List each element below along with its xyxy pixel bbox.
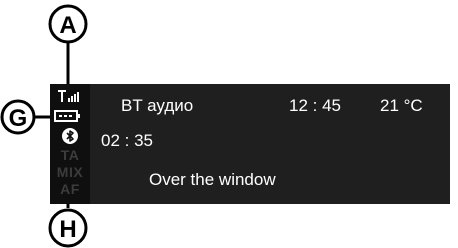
track-title: Over the window xyxy=(149,170,276,189)
callout-a-letter: A xyxy=(59,12,76,39)
clock: 12 : 45 xyxy=(289,96,341,115)
source-label: BT аудио xyxy=(121,96,194,115)
ta-label: TA xyxy=(60,147,80,163)
signal-strength-icon xyxy=(58,90,79,102)
temperature: 21 °C xyxy=(380,96,423,115)
callout-h-letter: H xyxy=(59,216,76,243)
mix-label: MIX xyxy=(56,164,84,180)
callout-a: A xyxy=(48,4,88,88)
bluetooth-icon xyxy=(62,128,78,144)
track-time: 02 : 35 xyxy=(101,131,153,150)
af-label: AF xyxy=(60,181,80,197)
battery-icon xyxy=(54,110,80,122)
callout-g-letter: G xyxy=(9,105,28,132)
callout-g: G xyxy=(0,99,56,135)
